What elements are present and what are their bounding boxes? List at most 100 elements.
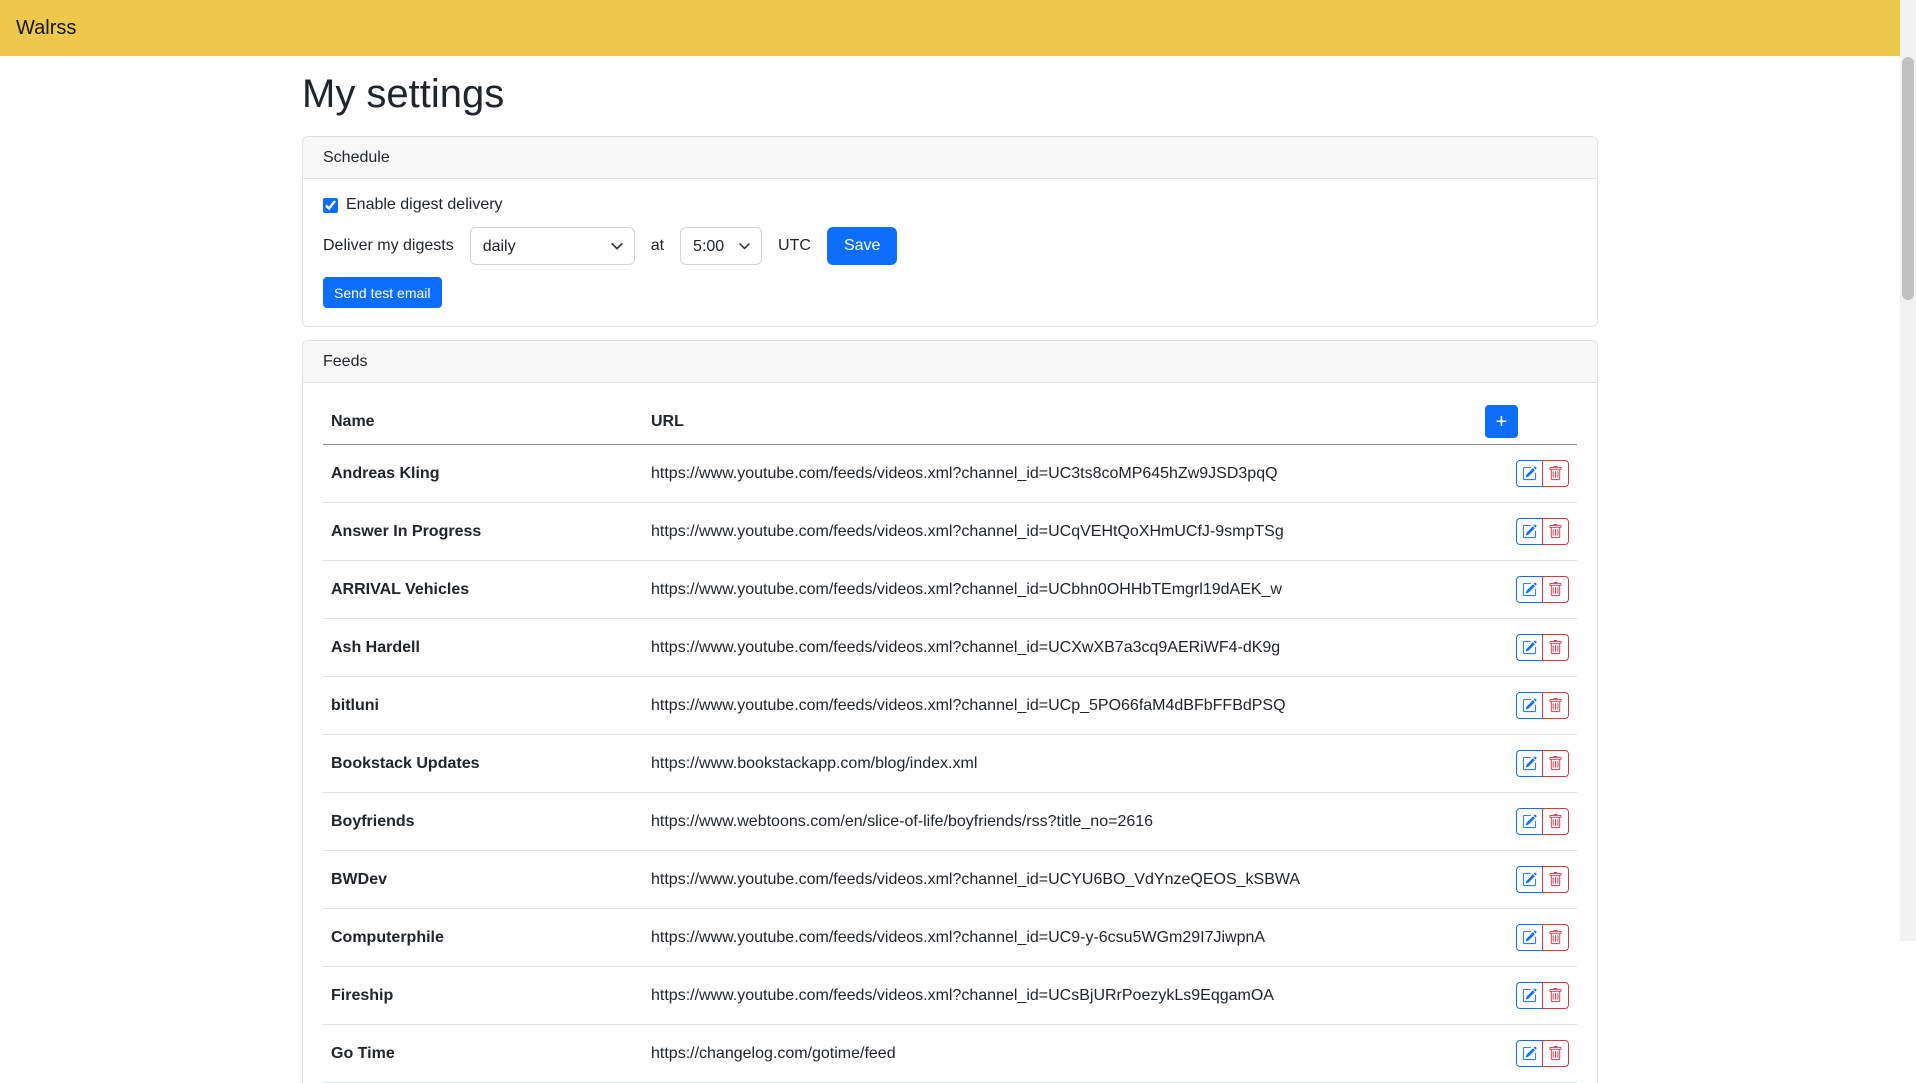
navbar-brand[interactable]: Walrss xyxy=(16,17,76,40)
edit-feed-button[interactable] xyxy=(1516,692,1543,719)
pencil-square-icon xyxy=(1522,582,1537,597)
feed-url: https://www.youtube.com/feeds/videos.xml… xyxy=(643,619,1477,677)
edit-feed-button[interactable] xyxy=(1516,924,1543,951)
delete-feed-button[interactable] xyxy=(1542,576,1569,603)
pencil-square-icon xyxy=(1522,466,1537,481)
feed-name: Andreas Kling xyxy=(323,445,643,503)
schedule-card: Schedule Enable digest delivery Deliver … xyxy=(302,136,1598,327)
deliver-label: Deliver my digests xyxy=(323,237,454,255)
feeds-card: Feeds Name URL + Andreas Kling https:// xyxy=(302,340,1598,1083)
feed-row: BWDev https://www.youtube.com/feeds/vide… xyxy=(323,851,1577,909)
delete-feed-button[interactable] xyxy=(1542,808,1569,835)
trash-icon xyxy=(1548,640,1563,655)
feeds-table-body: Andreas Kling https://www.youtube.com/fe… xyxy=(323,445,1577,1083)
trash-icon xyxy=(1548,698,1563,713)
delete-feed-button[interactable] xyxy=(1542,866,1569,893)
pencil-square-icon xyxy=(1522,872,1537,887)
trash-icon xyxy=(1548,756,1563,771)
feed-row: Go Time https://changelog.com/gotime/fee… xyxy=(323,1025,1577,1083)
feed-actions xyxy=(1516,750,1569,777)
trash-icon xyxy=(1548,1046,1563,1061)
trash-icon xyxy=(1548,524,1563,539)
edit-feed-button[interactable] xyxy=(1516,460,1543,487)
feed-url: https://www.bookstackapp.com/blog/index.… xyxy=(643,735,1477,793)
add-feed-button[interactable]: + xyxy=(1485,405,1518,438)
enable-digest-checkbox[interactable] xyxy=(323,198,338,213)
trash-icon xyxy=(1548,988,1563,1003)
utc-label: UTC xyxy=(778,237,811,255)
feed-row: ARRIVAL Vehicles https://www.youtube.com… xyxy=(323,561,1577,619)
feed-name: BWDev xyxy=(323,851,643,909)
frequency-select[interactable]: daily xyxy=(470,227,635,265)
pencil-square-icon xyxy=(1522,524,1537,539)
trash-icon xyxy=(1548,930,1563,945)
pencil-square-icon xyxy=(1522,988,1537,1003)
column-header-url: URL xyxy=(643,399,1477,445)
time-select[interactable]: 5:00 xyxy=(680,227,762,265)
delete-feed-button[interactable] xyxy=(1542,634,1569,661)
at-label: at xyxy=(651,237,664,255)
feed-url: https://www.youtube.com/feeds/videos.xml… xyxy=(643,677,1477,735)
delete-feed-button[interactable] xyxy=(1542,692,1569,719)
edit-feed-button[interactable] xyxy=(1516,576,1543,603)
feed-name: Computerphile xyxy=(323,909,643,967)
schedule-card-body: Enable digest delivery Deliver my digest… xyxy=(303,179,1597,326)
edit-feed-button[interactable] xyxy=(1516,982,1543,1009)
feeds-card-header: Feeds xyxy=(303,341,1597,383)
delete-feed-button[interactable] xyxy=(1542,460,1569,487)
edit-feed-button[interactable] xyxy=(1516,808,1543,835)
feed-row: Answer In Progress https://www.youtube.c… xyxy=(323,503,1577,561)
feed-actions xyxy=(1516,808,1569,835)
feed-url: https://www.youtube.com/feeds/videos.xml… xyxy=(643,503,1477,561)
pencil-square-icon xyxy=(1522,1046,1537,1061)
feed-url: https://www.webtoons.com/en/slice-of-lif… xyxy=(643,793,1477,851)
edit-feed-button[interactable] xyxy=(1516,750,1543,777)
feed-name: Ash Hardell xyxy=(323,619,643,677)
delete-feed-button[interactable] xyxy=(1542,1040,1569,1067)
feed-url: https://www.youtube.com/feeds/videos.xml… xyxy=(643,445,1477,503)
send-test-email-button[interactable]: Send test email xyxy=(323,277,442,308)
edit-feed-button[interactable] xyxy=(1516,1040,1543,1067)
feed-name: bitluni xyxy=(323,677,643,735)
feed-actions xyxy=(1516,634,1569,661)
column-header-name: Name xyxy=(323,399,643,445)
feed-url: https://www.youtube.com/feeds/videos.xml… xyxy=(643,851,1477,909)
pencil-square-icon xyxy=(1522,640,1537,655)
delete-feed-button[interactable] xyxy=(1542,518,1569,545)
edit-feed-button[interactable] xyxy=(1516,518,1543,545)
feed-url: https://changelog.com/gotime/feed xyxy=(643,1025,1477,1083)
feed-name: Bookstack Updates xyxy=(323,735,643,793)
feeds-card-body: Name URL + Andreas Kling https://www.you… xyxy=(303,383,1597,1083)
feed-url: https://www.youtube.com/feeds/videos.xml… xyxy=(643,967,1477,1025)
scrollbar-thumb[interactable] xyxy=(1902,57,1914,300)
feed-name: Go Time xyxy=(323,1025,643,1083)
schedule-controls-row: Deliver my digests daily at 5:00 xyxy=(323,227,1577,265)
feed-actions xyxy=(1516,692,1569,719)
feed-actions xyxy=(1516,924,1569,951)
edit-feed-button[interactable] xyxy=(1516,866,1543,893)
feeds-table: Name URL + Andreas Kling https://www.you… xyxy=(323,399,1577,1083)
save-button[interactable]: Save xyxy=(827,227,897,265)
feed-actions xyxy=(1516,1040,1569,1067)
delete-feed-button[interactable] xyxy=(1542,924,1569,951)
delete-feed-button[interactable] xyxy=(1542,982,1569,1009)
enable-digest-label[interactable]: Enable digest delivery xyxy=(346,196,503,214)
trash-icon xyxy=(1548,582,1563,597)
edit-feed-button[interactable] xyxy=(1516,634,1543,661)
feed-row: Ash Hardell https://www.youtube.com/feed… xyxy=(323,619,1577,677)
feed-row: Andreas Kling https://www.youtube.com/fe… xyxy=(323,445,1577,503)
feed-actions xyxy=(1516,518,1569,545)
page-title: My settings xyxy=(302,70,1598,118)
feed-row: bitluni https://www.youtube.com/feeds/vi… xyxy=(323,677,1577,735)
feed-actions xyxy=(1516,866,1569,893)
frequency-select-wrap: daily xyxy=(470,227,635,265)
feed-actions xyxy=(1516,576,1569,603)
pencil-square-icon xyxy=(1522,930,1537,945)
feed-url: https://www.youtube.com/feeds/videos.xml… xyxy=(643,909,1477,967)
scrollbar[interactable] xyxy=(1900,0,1916,941)
main-container: My settings Schedule Enable digest deliv… xyxy=(302,70,1598,1083)
pencil-square-icon xyxy=(1522,756,1537,771)
delete-feed-button[interactable] xyxy=(1542,750,1569,777)
trash-icon xyxy=(1548,814,1563,829)
feed-name: Answer In Progress xyxy=(323,503,643,561)
